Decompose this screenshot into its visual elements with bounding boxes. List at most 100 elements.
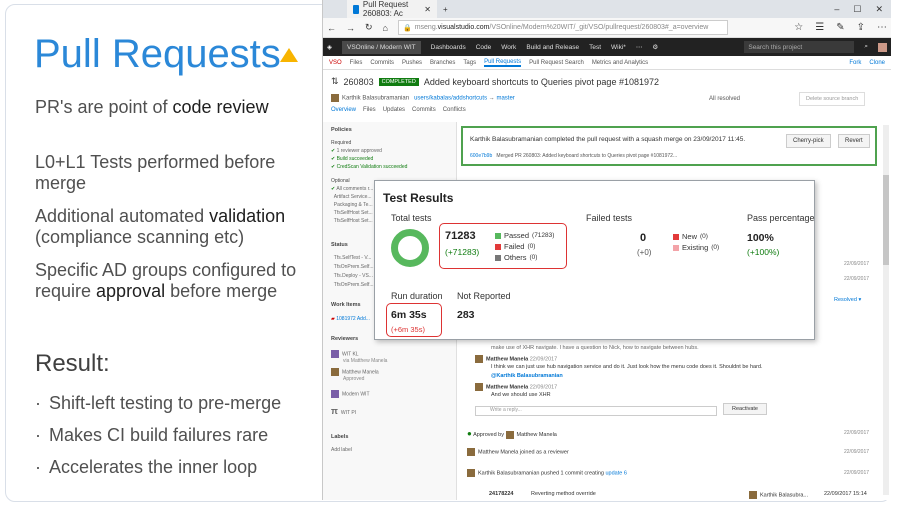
subnav-branches[interactable]: Branches xyxy=(430,60,455,66)
reviewer-item[interactable]: Matthew Manela xyxy=(331,368,379,376)
reactivate-button[interactable]: Reactivate xyxy=(723,403,767,415)
all-resolved: All resolved xyxy=(709,96,741,102)
repo-selector[interactable]: VSO xyxy=(329,60,342,66)
target-branch[interactable]: master xyxy=(496,96,514,102)
commit-author: Karthik Balasubra... xyxy=(749,491,808,499)
forward-icon[interactable]: → xyxy=(346,23,355,33)
back-icon[interactable]: ← xyxy=(327,23,336,33)
work-items-heading: Work Items xyxy=(331,302,361,308)
policy-item[interactable]: ✔ CredScan Validation succeeded xyxy=(331,164,407,170)
subnav-pushes[interactable]: Pushes xyxy=(402,60,422,66)
notes-icon[interactable]: ✎ xyxy=(836,22,844,33)
comment-2-text: And we should use XHR xyxy=(491,392,551,398)
result-bullet: · Accelerates the inner loop xyxy=(35,457,258,477)
commit-message: Reverting method override xyxy=(531,491,596,497)
vsts-favicon-icon xyxy=(353,4,359,14)
point-emphasis: code review xyxy=(172,97,269,117)
favorites-icon[interactable]: ☰ xyxy=(815,22,824,33)
policy-item: ✔ 1 reviewer approved xyxy=(331,148,382,154)
status-item[interactable]: TfsOnPrem.Self... xyxy=(331,264,374,270)
tab-overview[interactable]: Overview xyxy=(331,107,356,113)
test-results-title: Test Results xyxy=(383,191,454,205)
tab-conflicts[interactable]: Conflicts xyxy=(443,107,466,113)
status-item[interactable]: Tfs.Deploy - VS... xyxy=(331,273,373,279)
policy-item: TfsSelfHost Set... xyxy=(333,210,373,216)
scrollbar-thumb[interactable] xyxy=(883,175,889,265)
refresh-icon[interactable]: ↻ xyxy=(365,22,373,33)
clone-button[interactable]: Clone xyxy=(869,60,885,66)
commit-id[interactable]: 24178224 xyxy=(489,491,513,497)
nav-wiki[interactable]: Wiki* xyxy=(611,44,626,51)
new-tab-icon[interactable]: + xyxy=(443,5,448,14)
nav-more-icon[interactable]: ⋯ xyxy=(636,43,643,51)
project-selector[interactable]: VSOnline / Modern WIT xyxy=(342,40,421,54)
nav-work[interactable]: Work xyxy=(501,44,516,51)
subnav-files[interactable]: Files xyxy=(350,60,363,66)
bullet-text: Makes CI build failures rare xyxy=(49,425,269,445)
tab-updates[interactable]: Updates xyxy=(383,107,405,113)
pass-percentage-delta: (+100%) xyxy=(747,247,780,257)
home-icon[interactable]: ⌂ xyxy=(383,23,388,33)
resolved-status[interactable]: Resolved ▾ xyxy=(834,297,861,303)
more-icon[interactable]: ⋯ xyxy=(877,22,887,33)
source-branch[interactable]: users/kabalas/addshortcuts xyxy=(414,96,487,102)
revert-button[interactable]: Revert xyxy=(838,134,870,148)
subnav-metrics[interactable]: Metrics and Analytics xyxy=(592,60,648,66)
pr-author[interactable]: Karthik Balasubramanian xyxy=(342,96,409,102)
joined-event: Matthew Manela joined as a reviewer xyxy=(467,448,569,456)
search-icon[interactable]: ⌕ xyxy=(864,43,868,51)
cherry-pick-button[interactable]: Cherry-pick xyxy=(786,134,831,148)
nav-test[interactable]: Test xyxy=(589,44,601,51)
subnav-commits[interactable]: Commits xyxy=(370,60,394,66)
point-approval: Specific AD groups configured to require… xyxy=(35,260,305,302)
mention[interactable]: @Karthik Balasubramanian xyxy=(491,373,563,379)
favorite-star-icon[interactable]: ☆ xyxy=(794,22,803,33)
subnav-tags[interactable]: Tags xyxy=(463,60,476,66)
browser-tab[interactable]: Pull Request 260803: Ac ✕ xyxy=(347,0,437,18)
minimize-icon[interactable]: – xyxy=(834,4,839,15)
delete-branch-button[interactable]: Delete source branch xyxy=(799,92,866,106)
legend-failed: Failed (0) xyxy=(495,242,535,251)
address-bar-row: ← → ↻ ⌂ 🔒 mseng. visualstudio.com/VSOnlin… xyxy=(323,18,891,38)
close-window-icon[interactable]: ✕ xyxy=(875,4,883,15)
reviewer-item[interactable]: π WIT PI xyxy=(331,406,356,416)
point-code-review: PR's are point of code review xyxy=(35,97,269,118)
settings-gear-icon[interactable]: ⚙ xyxy=(652,43,658,51)
tab-commits[interactable]: Commits xyxy=(412,107,436,113)
close-tab-icon[interactable]: ✕ xyxy=(424,5,431,14)
point-text: (compliance scanning etc) xyxy=(35,227,245,247)
pr-meta: Karthik Balasubramanian users/kabalas/ad… xyxy=(331,94,515,102)
warning-triangle-icon xyxy=(280,48,298,62)
fork-button[interactable]: Fork xyxy=(849,60,861,66)
point-text: before merge xyxy=(165,281,278,301)
reviewer-item[interactable]: WIT KL xyxy=(331,350,359,358)
project-search[interactable]: Search this project xyxy=(744,41,855,53)
nav-build-release[interactable]: Build and Release xyxy=(526,44,579,51)
maximize-icon[interactable]: ☐ xyxy=(853,4,861,15)
total-tests-label: Total tests xyxy=(391,213,432,223)
nav-code[interactable]: Code xyxy=(476,44,492,51)
policy-item: ✔ All comments r... xyxy=(331,186,374,192)
subnav-pr-search[interactable]: Pull Request Search xyxy=(529,60,584,66)
reviewer-note: via Matthew Manela xyxy=(343,358,388,364)
comment-2: Matthew Manela 22/09/2017 xyxy=(475,383,557,391)
status-item[interactable]: Tfs.SelfTest - V... xyxy=(331,255,372,261)
add-label-link[interactable]: Add label xyxy=(331,447,352,453)
reply-input[interactable]: Write a reply... xyxy=(475,406,717,416)
vsts-logo-icon[interactable]: ◈ xyxy=(327,43,332,51)
scrollbar[interactable] xyxy=(883,125,889,495)
share-icon[interactable]: ⇪ xyxy=(857,22,865,33)
update-link[interactable]: update 6 xyxy=(605,470,626,476)
commit-link[interactable]: 600e7b9b xyxy=(470,153,492,159)
reviewer-item[interactable]: Modern WIT xyxy=(331,390,370,398)
tab-files[interactable]: Files xyxy=(363,107,376,113)
url-field[interactable]: 🔒 mseng. visualstudio.com/VSOnline/Modern… xyxy=(397,20,728,35)
work-item-link[interactable]: ▰ 1081972 Add... xyxy=(331,316,370,322)
bullet-text: Shift-left testing to pre-merge xyxy=(49,393,282,413)
user-avatar[interactable] xyxy=(878,42,887,52)
window-controls: – ☐ ✕ xyxy=(834,4,891,15)
subnav-pull-requests[interactable]: Pull Requests xyxy=(484,59,522,67)
policy-item[interactable]: ✔ Build succeeded xyxy=(331,156,373,162)
nav-dashboards[interactable]: Dashboards xyxy=(431,44,466,51)
status-item[interactable]: TfsOnPrem.Self... xyxy=(331,282,374,288)
